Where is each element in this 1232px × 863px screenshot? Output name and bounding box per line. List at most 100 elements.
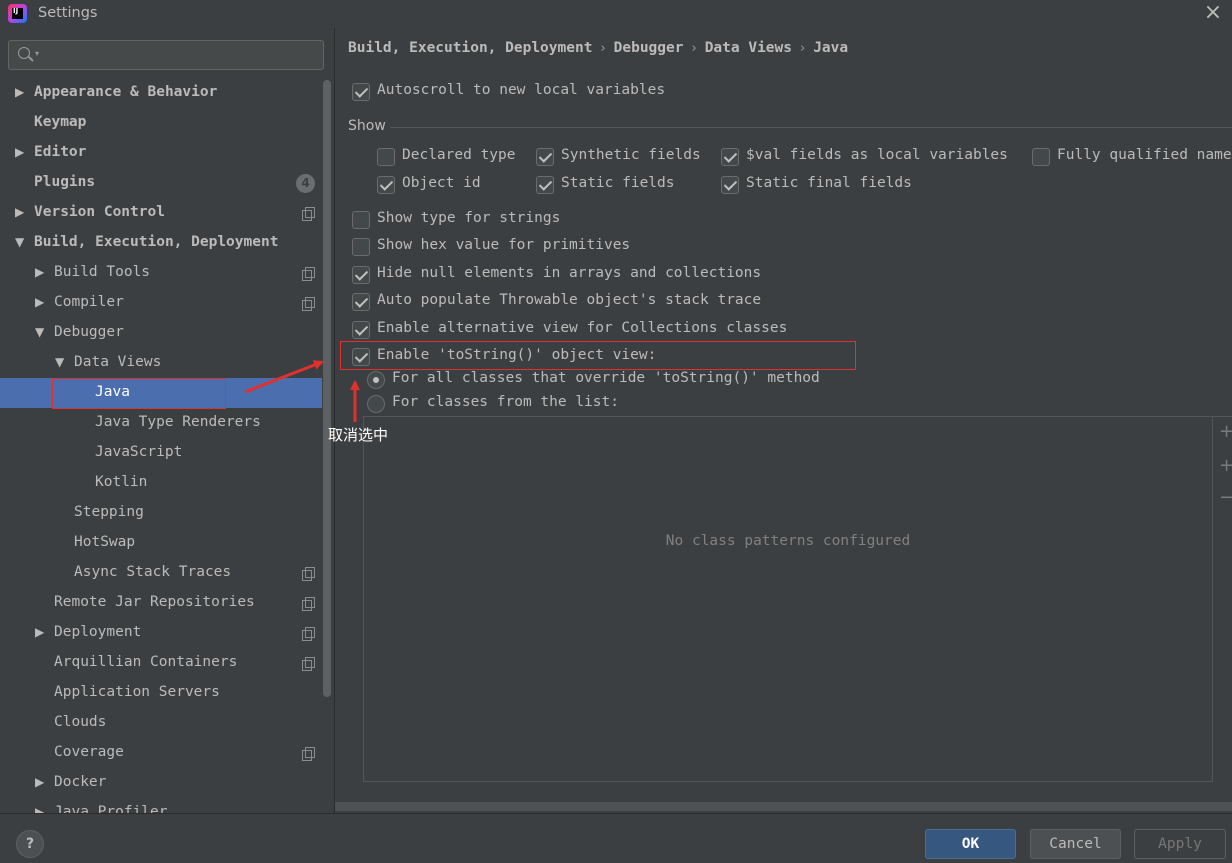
checkbox-box[interactable] <box>377 176 395 194</box>
sidebar-item-coverage[interactable]: Coverage <box>0 738 322 768</box>
checkbox-label: Enable alternative view for Collections … <box>377 320 788 336</box>
search-box[interactable]: ▾ <box>8 40 324 70</box>
sidebar-item-build-tools[interactable]: ▶ Build Tools <box>0 258 322 288</box>
sidebar-item-keymap[interactable]: Keymap <box>0 108 322 138</box>
sidebar-item-label: Data Views <box>74 354 162 370</box>
sidebar-item-kotlin[interactable]: Kotlin <box>0 468 322 498</box>
checkbox-label: Fully qualified names <box>1057 147 1232 163</box>
checkbox-box[interactable] <box>352 83 370 101</box>
sidebar-item-label: Remote Jar Repositories <box>54 594 255 610</box>
breadcrumb-item: Data Views <box>704 40 792 56</box>
sidebar-item-plugins[interactable]: Plugins 4 <box>0 168 322 198</box>
sidebar-item-arquillian-containers[interactable]: Arquillian Containers <box>0 648 322 678</box>
cancel-button[interactable]: Cancel <box>1030 829 1121 859</box>
checkbox-label: Static final fields <box>746 175 912 191</box>
sidebar-item-java-profiler[interactable]: ▶ Java Profiler <box>0 798 322 813</box>
ok-button[interactable]: OK <box>925 829 1016 859</box>
sidebar-item-java-type-renderers[interactable]: Java Type Renderers <box>0 408 322 438</box>
sidebar-item-application-servers[interactable]: Application Servers <box>0 678 322 708</box>
breadcrumb-item: Java <box>813 40 849 56</box>
checkbox-box[interactable] <box>377 148 395 166</box>
radio-button[interactable] <box>367 371 385 389</box>
highlight-box-tostring <box>340 341 856 370</box>
chevron-down-icon: ▾ <box>35 49 40 58</box>
checkbox-box[interactable] <box>352 266 370 284</box>
sidebar-item-label: Build Tools <box>54 264 151 280</box>
sidebar-item-label: Editor <box>34 144 87 160</box>
breadcrumb-item: Build, Execution, Deployment <box>348 40 593 56</box>
sidebar-item-version-control[interactable]: ▶ Version Control <box>0 198 322 228</box>
add-pattern-icon[interactable]: + <box>1219 455 1232 476</box>
expand-arrow-icon[interactable]: ▶ <box>35 625 44 639</box>
project-settings-icon <box>302 207 315 221</box>
sidebar-item-async-stack-traces[interactable]: Async Stack Traces <box>0 558 322 588</box>
sidebar-item-label: Async Stack Traces <box>74 564 232 580</box>
radio-button[interactable] <box>367 395 385 413</box>
intellij-logo-icon: IJ <box>8 4 27 23</box>
sidebar-item-editor[interactable]: ▶ Editor <box>0 138 322 168</box>
sidebar-item-label: Plugins <box>34 174 96 190</box>
breadcrumb-separator: › <box>691 41 697 56</box>
sidebar-item-debugger[interactable]: ▼ Debugger <box>0 318 322 348</box>
sidebar-item-clouds[interactable]: Clouds <box>0 708 322 738</box>
close-icon[interactable]: × <box>1202 2 1224 25</box>
expand-arrow-icon[interactable]: ▶ <box>35 775 44 789</box>
search-input[interactable] <box>45 44 315 66</box>
expand-arrow-icon[interactable]: ▶ <box>15 205 24 219</box>
checkbox-label: Autoscroll to new local variables <box>377 82 666 98</box>
sidebar-item-label: Coverage <box>54 744 124 760</box>
checkbox-label: Show type for strings <box>377 210 561 226</box>
collapse-arrow-icon[interactable]: ▼ <box>55 355 64 369</box>
dialog-button-bar: ? OK Cancel Apply <box>0 813 1232 863</box>
remove-icon[interactable]: − <box>1219 487 1232 508</box>
expand-arrow-icon[interactable]: ▶ <box>15 145 24 159</box>
checkbox-box[interactable] <box>352 211 370 229</box>
show-group-label: Show <box>348 118 386 134</box>
checkbox-box[interactable] <box>721 176 739 194</box>
sidebar-item-label: Kotlin <box>95 474 148 490</box>
project-settings-icon <box>302 297 315 311</box>
sidebar-item-data-views[interactable]: ▼ Data Views <box>0 348 322 378</box>
help-button[interactable]: ? <box>16 830 44 858</box>
group-separator <box>390 127 1232 128</box>
sidebar-item-stepping[interactable]: Stepping <box>0 498 322 528</box>
checkbox-box[interactable] <box>721 148 739 166</box>
annotation-text: 取消选中 <box>328 426 389 444</box>
collapse-arrow-icon[interactable]: ▼ <box>35 325 44 339</box>
expand-arrow-icon[interactable]: ▶ <box>35 295 44 309</box>
project-settings-icon <box>302 567 315 581</box>
add-icon[interactable]: + <box>1219 421 1232 442</box>
expand-arrow-icon[interactable]: ▶ <box>15 85 24 99</box>
sidebar-item-hotswap[interactable]: HotSwap <box>0 528 322 558</box>
sidebar-item-deployment[interactable]: ▶ Deployment <box>0 618 322 648</box>
apply-button[interactable]: Apply <box>1134 829 1226 859</box>
settings-content: Build, Execution, Deployment › Debugger › Da… <box>335 28 1232 813</box>
highlight-box-java <box>52 378 226 409</box>
sidebar-item-build-execution-deployment[interactable]: ▼ Build, Execution, Deployment <box>0 228 322 258</box>
expand-arrow-icon[interactable]: ▶ <box>35 805 44 813</box>
sidebar-item-appearance-behavior[interactable]: ▶ Appearance & Behavior <box>0 78 322 108</box>
checkbox-box[interactable] <box>352 321 370 339</box>
sidebar-item-remote-jar-repositories[interactable]: Remote Jar Repositories <box>0 588 322 618</box>
checkbox-box[interactable] <box>352 293 370 311</box>
collapse-arrow-icon[interactable]: ▼ <box>15 235 24 249</box>
checkbox-box[interactable] <box>352 238 370 256</box>
project-settings-icon <box>302 267 315 281</box>
checkbox-box[interactable] <box>536 148 554 166</box>
title-bar: IJ Settings × <box>0 0 1232 28</box>
breadcrumb-item: Debugger <box>613 40 684 56</box>
sidebar-item-label: Keymap <box>34 114 87 130</box>
settings-sidebar: ▾ ▶ Appearance & Behavior Keymap ▶ Edito… <box>0 28 334 813</box>
sidebar-item-javascript[interactable]: JavaScript <box>0 438 322 468</box>
sidebar-item-docker[interactable]: ▶ Docker <box>0 768 322 798</box>
checkbox-box[interactable] <box>1032 148 1050 166</box>
checkbox-box[interactable] <box>536 176 554 194</box>
expand-arrow-icon[interactable]: ▶ <box>35 265 44 279</box>
sidebar-scrollbar[interactable] <box>323 80 331 697</box>
horizontal-scrollbar[interactable] <box>335 802 1232 811</box>
checkbox-label: Auto populate Throwable object's stack t… <box>377 292 762 308</box>
sidebar-item-label: Arquillian Containers <box>54 654 238 670</box>
sidebar-item-label: Appearance & Behavior <box>34 84 218 100</box>
class-patterns-list[interactable]: No class patterns configured <box>363 416 1213 782</box>
sidebar-item-compiler[interactable]: ▶ Compiler <box>0 288 322 318</box>
